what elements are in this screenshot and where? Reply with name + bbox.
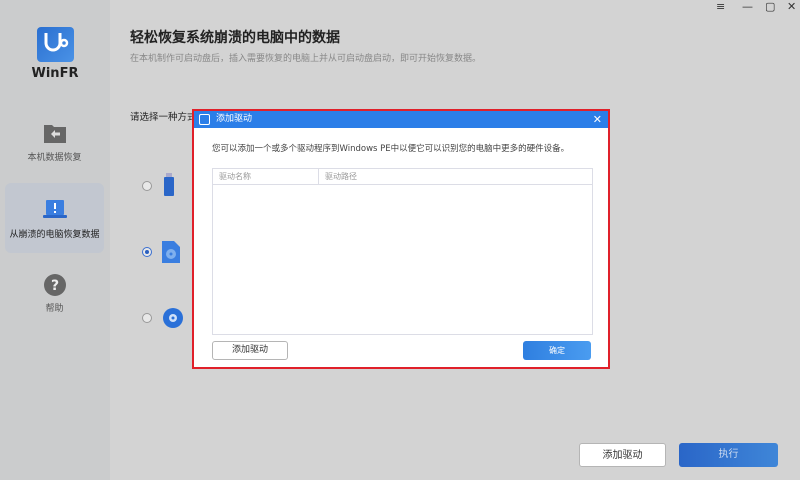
close-icon[interactable]: ✕ <box>787 0 796 13</box>
choose-method-label: 请选择一种方式 <box>130 112 197 123</box>
sidebar-item-label: 帮助 <box>45 304 64 314</box>
driver-table: 驱动名称 驱动路径 <box>212 168 593 335</box>
column-driver-name: 驱动名称 <box>213 169 319 184</box>
dialog-add-driver-button[interactable]: 添加驱动 <box>212 341 288 360</box>
add-driver-dialog: 添加驱动 ✕ 您可以添加一个或多个驱动程序到Windows PE中以便它可以识别… <box>192 109 610 369</box>
option-iso-radio[interactable] <box>142 247 152 257</box>
add-driver-button[interactable]: 添加驱动 <box>579 443 666 467</box>
dialog-header: 添加驱动 ✕ <box>194 111 608 128</box>
table-header: 驱动名称 驱动路径 <box>213 169 592 185</box>
maximize-icon[interactable]: ▢ <box>765 0 775 13</box>
execute-button[interactable]: 执行 <box>679 443 778 467</box>
laptop-alert-icon <box>42 199 67 221</box>
cd-disc-icon <box>162 307 184 333</box>
dialog-title: 添加驱动 <box>216 114 253 124</box>
sidebar-item-label: 本机数据恢复 <box>27 153 82 163</box>
iso-file-icon <box>162 241 180 267</box>
column-driver-path: 驱动路径 <box>325 172 357 181</box>
close-icon[interactable]: ✕ <box>593 111 602 128</box>
dialog-ok-button[interactable]: 确定 <box>523 341 591 360</box>
minimize-icon[interactable]: — <box>742 0 753 13</box>
winfr-logo-icon <box>37 27 74 62</box>
menu-icon[interactable]: ≡ <box>716 0 725 13</box>
sidebar-item-label: 从崩溃的电脑恢复数据 <box>9 230 100 240</box>
app-name: WinFR <box>31 66 79 81</box>
app-icon <box>199 114 210 125</box>
sidebar-item-local-recovery[interactable]: 本机数据恢复 <box>5 122 104 172</box>
page-subtitle: 在本机制作可启动盘后，插入需要恢复的电脑上并从可启动盘启动，即可开始恢复数据。 <box>130 54 482 64</box>
sidebar-item-help[interactable]: ? 帮助 <box>5 273 104 323</box>
svg-text:?: ? <box>50 278 58 294</box>
page-title: 轻松恢复系统崩溃的电脑中的数据 <box>130 30 340 46</box>
sidebar-item-crash-recovery[interactable]: 从崩溃的电脑恢复数据 <box>5 183 104 253</box>
dialog-description: 您可以添加一个或多个驱动程序到Windows PE中以便它可以识别您的电脑中更多… <box>212 144 570 154</box>
option-usb-radio[interactable] <box>142 181 152 191</box>
folder-back-icon <box>43 122 67 144</box>
help-icon: ? <box>43 273 67 296</box>
option-cd-radio[interactable] <box>142 313 152 323</box>
sidebar: WinFR 本机数据恢复 从崩溃的电脑恢复数据 ? 帮助 <box>0 0 110 480</box>
usb-drive-icon <box>162 173 176 201</box>
